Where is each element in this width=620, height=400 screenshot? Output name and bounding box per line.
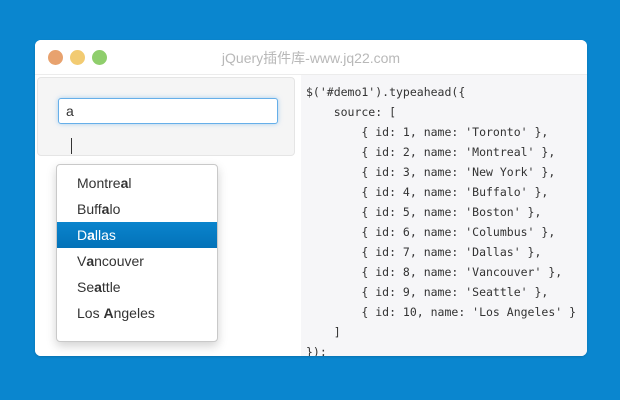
code-line: { id: 5, name: 'Boston' }, (306, 205, 542, 219)
code-line: { id: 8, name: 'Vancouver' }, (306, 265, 563, 279)
code-line: { id: 1, name: 'Toronto' }, (306, 125, 549, 139)
suggestion-item[interactable]: Seattle (57, 274, 217, 300)
title-bar: jQuery插件库-www.jq22.com (35, 40, 587, 75)
window-title: jQuery插件库-www.jq22.com (221, 50, 401, 66)
suggestion-dropdown: Montreal Buffalo Dallas Vancouver Seattle Los… (56, 164, 218, 342)
code-line: source: [ (306, 105, 397, 119)
code-line: ] (306, 325, 341, 339)
code-line: { id: 7, name: 'Dallas' }, (306, 245, 542, 259)
typeahead-input[interactable] (58, 98, 278, 124)
code-line: $('#demo1').typeahead({ (306, 85, 466, 99)
suggestion-item[interactable]: Buffalo (57, 196, 217, 222)
code-line: { id: 9, name: 'Seattle' }, (306, 285, 549, 299)
suggestion-item[interactable]: Montreal (57, 170, 217, 196)
code-line: { id: 10, name: 'Los Angeles' } (306, 305, 577, 319)
demo-pane: MontrealBuffaloDallasVancouverSeattleLos… (35, 75, 301, 356)
suggestion-item[interactable]: Vancouver (57, 248, 217, 274)
code-line: { id: 3, name: 'New York' }, (306, 165, 556, 179)
code-line: }); (306, 345, 327, 356)
code-panel: $('#demo1').typeahead({ source: [ { id: … (301, 75, 587, 356)
suggestion-item[interactable]: Dallas (57, 222, 217, 248)
text-caret (71, 138, 72, 154)
suggestion-item[interactable]: Los Angeles (57, 300, 217, 326)
input-well (37, 77, 295, 156)
code-line: { id: 6, name: 'Columbus' }, (306, 225, 556, 239)
browser-window: jQuery插件库-www.jq22.com MontrealBuffaloDa… (35, 40, 587, 356)
code-line: { id: 2, name: 'Montreal' }, (306, 145, 556, 159)
code-line: { id: 4, name: 'Buffalo' }, (306, 185, 549, 199)
